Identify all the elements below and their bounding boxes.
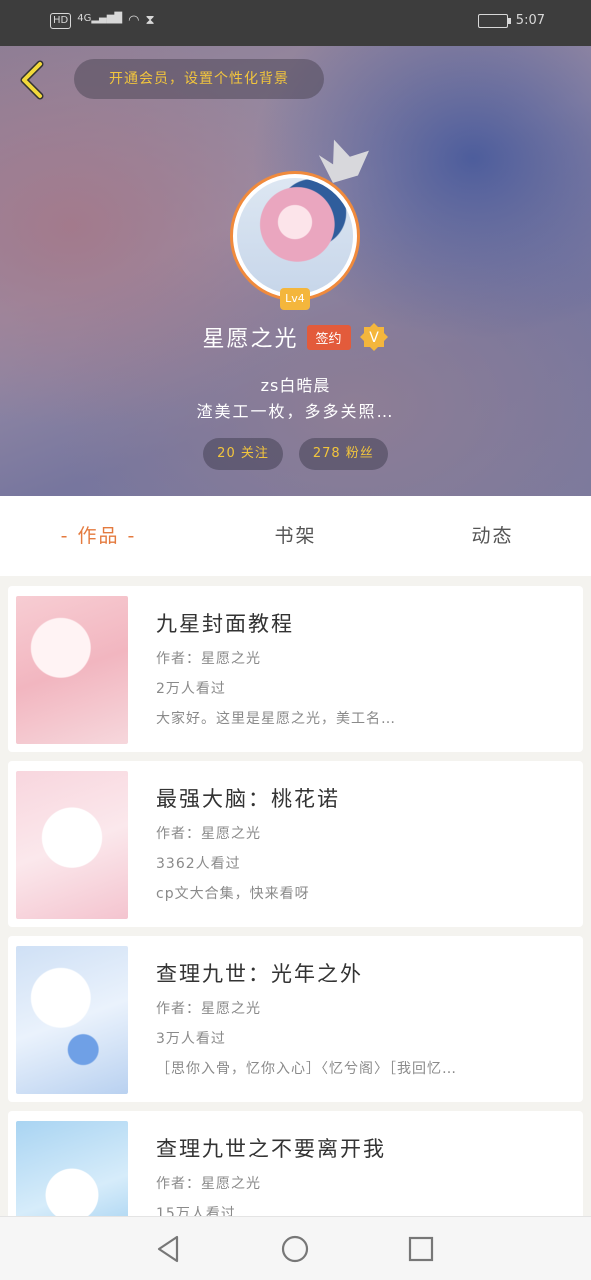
battery-icon <box>477 14 511 28</box>
book-views: 2万人看过 <box>156 681 226 697</box>
tab-bookshelf[interactable]: 书架 <box>197 496 394 576</box>
avatar[interactable] <box>230 171 360 301</box>
verified-v-icon: V <box>359 323 388 351</box>
nav-back-icon[interactable] <box>153 1233 185 1265</box>
profile-header: 开通会员，设置个性化背景 Lv4 星愿之光 签约 V zs白晧晨 渣美工一枚，多… <box>0 46 591 496</box>
list-item[interactable]: 九星封面教程 作者：星愿之光 2万人看过 大家好。这里是星愿之光，美工名… <box>8 586 583 752</box>
book-description: cp文大合集，快来看呀 <box>156 886 310 902</box>
username: 星愿之光 <box>202 327 299 352</box>
book-cover <box>16 946 128 1094</box>
hd-icon: HD <box>50 13 72 29</box>
status-bar: HD 4G▂▄▆█ ◠ ⧗ 5:07 <box>0 0 591 46</box>
book-title: 查理九世：光年之外 <box>156 962 363 986</box>
book-views: 15万人看过 <box>156 1206 236 1216</box>
cellular-signal-icon: 4G▂▄▆█ <box>77 13 123 24</box>
book-cover <box>16 771 128 919</box>
book-views: 3万人看过 <box>156 1031 226 1047</box>
book-author: 作者：星愿之光 <box>156 1176 261 1192</box>
profile-tabs: - 作品 - 书架 动态 <box>0 496 591 576</box>
clock: 5:07 <box>515 13 545 28</box>
book-views: 3362人看过 <box>156 856 241 872</box>
tab-works[interactable]: - 作品 - <box>0 496 197 576</box>
hourglass-icon: ⧗ <box>145 13 155 28</box>
nav-home-icon[interactable] <box>279 1233 311 1265</box>
network-type-label: 4G <box>77 13 92 24</box>
tab-activity[interactable]: 动态 <box>394 496 591 576</box>
fans-button[interactable]: 278 粉丝 <box>298 438 388 470</box>
wifi-icon: ◠ <box>128 13 140 28</box>
list-item[interactable]: 查理九世之不要离开我 作者：星愿之光 15万人看过 <box>8 1111 583 1216</box>
book-cover <box>16 1121 128 1216</box>
nav-recent-icon[interactable] <box>405 1233 437 1265</box>
v-badge-letter: V <box>369 330 379 346</box>
book-title: 查理九世之不要离开我 <box>156 1137 386 1161</box>
stats-row: 20 关注 278 粉丝 <box>0 438 591 470</box>
name-line: 星愿之光 签约 V <box>0 321 591 353</box>
book-description: ［思你入骨，忆你入心］〈忆兮阁〉［我回忆… <box>156 1061 457 1077</box>
book-title: 最强大脑：桃花诺 <box>156 787 340 811</box>
book-author: 作者：星愿之光 <box>156 1001 261 1017</box>
book-cover <box>16 596 128 744</box>
vip-background-button[interactable]: 开通会员，设置个性化背景 <box>74 59 324 99</box>
list-item[interactable]: 最强大脑：桃花诺 作者：星愿之光 3362人看过 cp文大合集，快来看呀 <box>8 761 583 927</box>
system-nav-bar <box>0 1216 591 1280</box>
book-author: 作者：星愿之光 <box>156 651 261 667</box>
avatar-image <box>237 178 353 294</box>
book-author: 作者：星愿之光 <box>156 826 261 842</box>
profile-bio: 渣美工一枚，多多关照… <box>196 402 395 421</box>
back-chevron-icon[interactable] <box>18 60 46 100</box>
following-button[interactable]: 20 关注 <box>203 438 283 470</box>
list-item[interactable]: 查理九世：光年之外 作者：星愿之光 3万人看过 ［思你入骨，忆你入心］〈忆兮阁〉… <box>8 936 583 1102</box>
crown-icon <box>318 139 370 183</box>
profile-subtitle: zs白晧晨 <box>260 376 331 395</box>
level-badge: Lv4 <box>280 288 310 310</box>
book-title: 九星封面教程 <box>156 612 294 636</box>
signed-badge: 签约 <box>306 324 351 350</box>
works-list: 九星封面教程 作者：星愿之光 2万人看过 大家好。这里是星愿之光，美工名… 最强… <box>0 576 591 1216</box>
book-description: 大家好。这里是星愿之光，美工名… <box>156 711 396 727</box>
